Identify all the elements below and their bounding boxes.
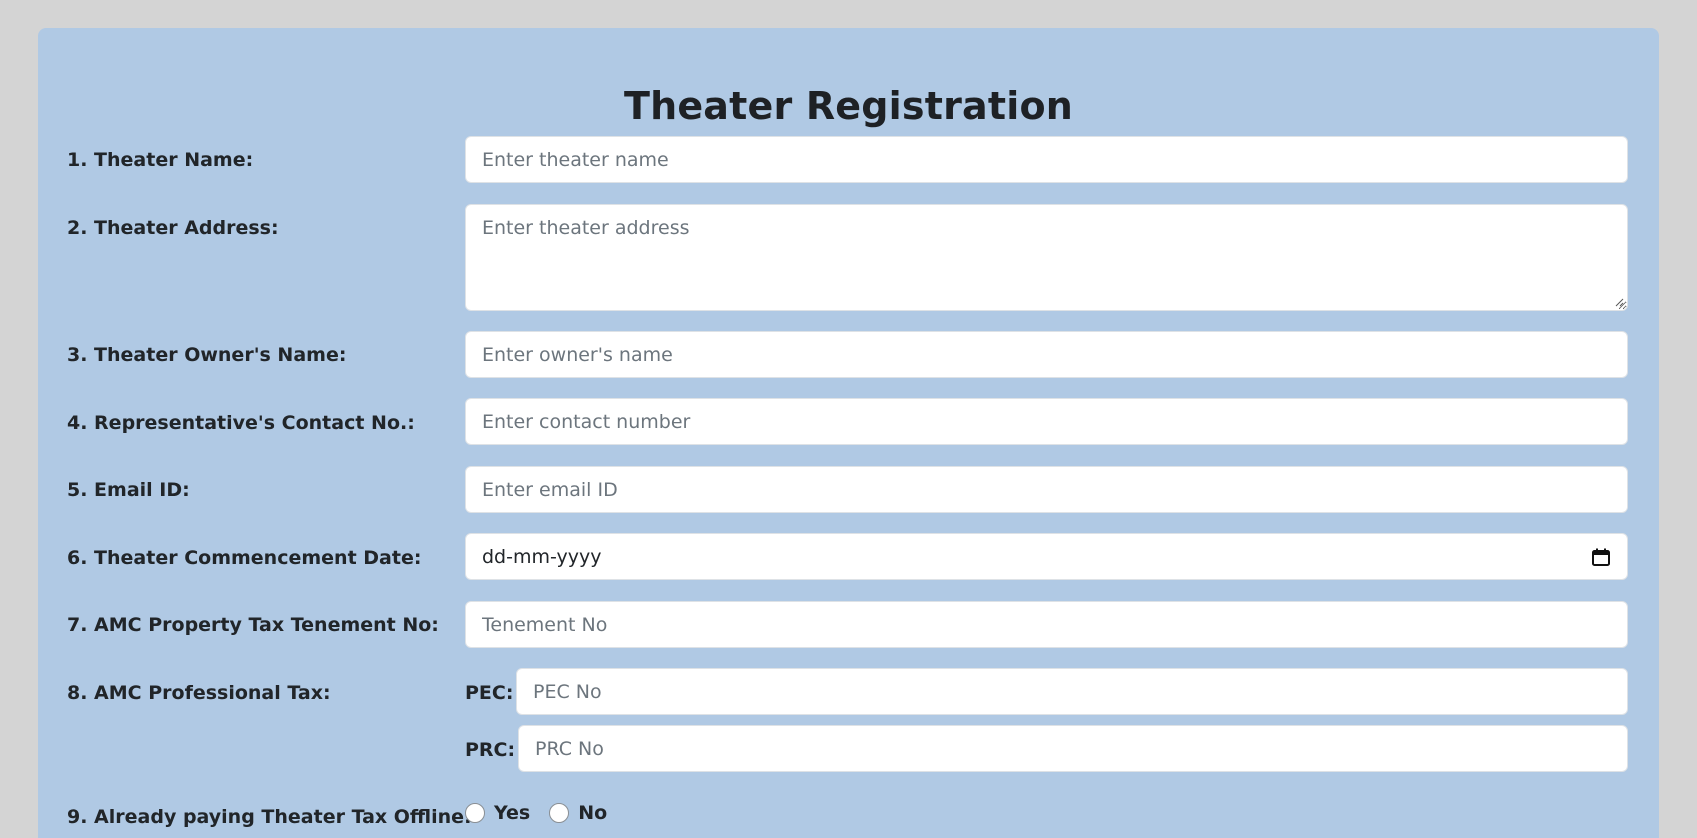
- offline-tax-label: 9. Already paying Theater Tax Offline:: [67, 806, 472, 828]
- theater-address-label: 2. Theater Address:: [67, 217, 279, 239]
- theater-address-wrapper: [465, 204, 1628, 311]
- calendar-icon[interactable]: [1591, 547, 1611, 567]
- radio-option-yes[interactable]: Yes: [465, 802, 549, 824]
- contact-number-label: 4. Representative's Contact No.:: [67, 412, 415, 434]
- professional-tax-label: 8. AMC Professional Tax:: [67, 682, 331, 704]
- radio-option-no[interactable]: No: [549, 802, 626, 824]
- tenement-label: 7. AMC Property Tax Tenement No:: [67, 614, 439, 636]
- prc-label: PRC:: [465, 739, 516, 761]
- offline-tax-radio-group: Yes No: [465, 802, 626, 824]
- contact-number-input[interactable]: [465, 398, 1628, 445]
- no-radio[interactable]: [549, 803, 570, 823]
- owner-name-input[interactable]: [465, 331, 1628, 378]
- yes-radio[interactable]: [465, 803, 485, 823]
- email-label: 5. Email ID:: [67, 479, 190, 501]
- theater-address-textarea[interactable]: [465, 204, 1628, 311]
- tenement-input[interactable]: [465, 601, 1628, 648]
- pec-input[interactable]: [516, 668, 1628, 715]
- email-input[interactable]: [465, 466, 1628, 513]
- page-title: Theater Registration: [623, 84, 1074, 128]
- theater-name-input[interactable]: [465, 136, 1628, 183]
- owner-name-label: 3. Theater Owner's Name:: [67, 344, 347, 366]
- no-radio-label[interactable]: No: [578, 802, 607, 824]
- prc-input[interactable]: [518, 725, 1628, 772]
- date-value: dd-mm-yyyy: [482, 545, 602, 568]
- commencement-date-input[interactable]: dd-mm-yyyy: [465, 533, 1628, 580]
- yes-radio-label[interactable]: Yes: [494, 802, 530, 824]
- commencement-date-label: 6. Theater Commencement Date:: [67, 547, 422, 569]
- pec-label: PEC:: [465, 682, 514, 704]
- theater-name-label: 1. Theater Name:: [67, 149, 254, 171]
